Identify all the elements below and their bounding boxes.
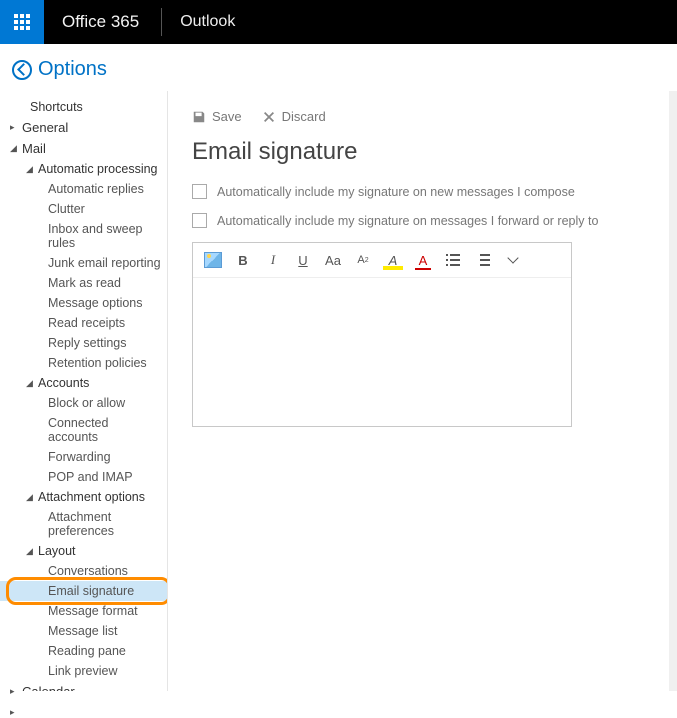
underline-button[interactable]: U: [293, 251, 313, 269]
highlight-button[interactable]: A: [383, 251, 403, 269]
numbers-icon: [476, 254, 490, 266]
sidebar-item-mail[interactable]: ◢Mail: [0, 138, 167, 159]
divider: [161, 8, 162, 36]
sidebar-item-attachment-options[interactable]: ◢Attachment options: [0, 487, 167, 507]
sidebar-item-pop-imap[interactable]: POP and IMAP: [0, 467, 167, 487]
editor-toolbar: B I U Aa A2 A A: [193, 243, 571, 278]
sidebar-item-connected-accounts[interactable]: Connected accounts: [0, 413, 167, 447]
sidebar-item-shortcuts[interactable]: Shortcuts: [0, 97, 167, 117]
sidebar-item-message-format[interactable]: Message format: [0, 601, 167, 621]
main-panel: Save Discard Email signature Automatical…: [168, 91, 669, 691]
options-title: Options: [38, 58, 107, 81]
save-button[interactable]: Save: [192, 109, 242, 124]
sidebar-item-junk-email[interactable]: Junk email reporting: [0, 253, 167, 273]
sidebar-item-inbox-sweep[interactable]: Inbox and sweep rules: [0, 219, 167, 253]
sidebar-item-block-allow[interactable]: Block or allow: [0, 393, 167, 413]
checkbox-label: Automatically include my signature on ne…: [217, 185, 575, 199]
bullets-icon: [446, 254, 460, 266]
sidebar-item-link-preview[interactable]: Link preview: [0, 661, 167, 681]
sidebar-item-calendar[interactable]: ▸Calendar: [0, 681, 167, 691]
options-sidebar: Shortcuts ▸General ◢Mail ◢Automatic proc…: [0, 91, 168, 691]
sidebar-item-automatic-processing[interactable]: ◢Automatic processing: [0, 159, 167, 179]
font-size-button[interactable]: Aa: [323, 251, 343, 269]
page-title: Email signature: [192, 138, 645, 166]
discard-button[interactable]: Discard: [262, 109, 326, 124]
bold-button[interactable]: B: [233, 251, 253, 269]
sidebar-item-clutter[interactable]: Clutter: [0, 199, 167, 219]
sidebar-item-forwarding[interactable]: Forwarding: [0, 447, 167, 467]
checkbox-row-new-messages[interactable]: Automatically include my signature on ne…: [192, 184, 645, 199]
action-toolbar: Save Discard: [192, 103, 645, 138]
image-icon: [204, 252, 222, 268]
sidebar-item-read-receipts[interactable]: Read receipts: [0, 313, 167, 333]
scrollbar-gutter: [669, 91, 677, 691]
checkbox-row-forward-reply[interactable]: Automatically include my signature on me…: [192, 213, 645, 228]
sidebar-item-general[interactable]: ▸General: [0, 117, 167, 138]
font-size-adjust-button[interactable]: A2: [353, 251, 373, 269]
discard-icon: [262, 110, 276, 124]
waffle-icon: [14, 14, 30, 30]
sidebar-item-attachment-prefs[interactable]: Attachment preferences: [0, 507, 167, 541]
font-color-button[interactable]: A: [413, 251, 433, 269]
sidebar-item-reply-settings[interactable]: Reply settings: [0, 333, 167, 353]
insert-image-button[interactable]: [203, 251, 223, 269]
top-bar: Office 365 Outlook: [0, 0, 677, 44]
options-header: Options: [0, 44, 677, 91]
sidebar-item-layout[interactable]: ◢Layout: [0, 541, 167, 561]
app-launcher-button[interactable]: [0, 0, 44, 44]
sidebar-item-retention[interactable]: Retention policies: [0, 353, 167, 373]
sidebar-item-accounts[interactable]: ◢Accounts: [0, 373, 167, 393]
checkbox-icon[interactable]: [192, 184, 207, 199]
checkbox-icon[interactable]: [192, 213, 207, 228]
app-name-label: Outlook: [166, 13, 235, 31]
save-icon: [192, 110, 206, 124]
sidebar-item-automatic-replies[interactable]: Automatic replies: [0, 179, 167, 199]
brand-label: Office 365: [44, 12, 157, 32]
sidebar-item-conversations[interactable]: Conversations: [0, 561, 167, 581]
sidebar-item-mark-as-read[interactable]: Mark as read: [0, 273, 167, 293]
sidebar-item-reading-pane[interactable]: Reading pane: [0, 641, 167, 661]
italic-button[interactable]: I: [263, 251, 283, 269]
numbered-list-button[interactable]: [473, 251, 493, 269]
back-icon[interactable]: [12, 60, 32, 80]
bullets-button[interactable]: [443, 251, 463, 269]
sidebar-item-email-signature[interactable]: Email signature: [0, 581, 167, 601]
sidebar-item-message-list[interactable]: Message list: [0, 621, 167, 641]
more-options-button[interactable]: [503, 251, 523, 269]
checkbox-label: Automatically include my signature on me…: [217, 214, 598, 228]
signature-editor: B I U Aa A2 A A: [192, 242, 572, 427]
chevron-down-icon: [507, 252, 518, 263]
sidebar-item-message-options[interactable]: Message options: [0, 293, 167, 313]
editor-textarea[interactable]: [193, 278, 571, 418]
